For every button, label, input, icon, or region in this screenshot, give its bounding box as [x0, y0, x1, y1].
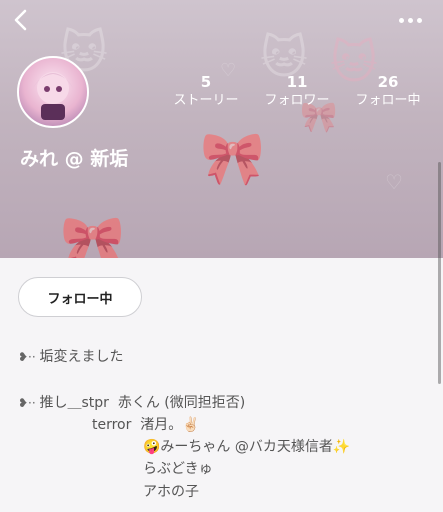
bio-text: 垢変えました: [39, 349, 124, 365]
stat-followers-count: 11: [286, 73, 308, 91]
avatar[interactable]: [17, 56, 89, 128]
bio-line-4: 🤪みーちゃん @バカ天様信者✨: [143, 439, 351, 455]
stat-following-label: フォロー中: [355, 93, 421, 108]
chevron-left-icon[interactable]: [9, 8, 33, 32]
bow-decoration-icon: 🎀: [60, 213, 125, 258]
bullet-decoration-icon: ❥··: [18, 350, 40, 364]
stat-following[interactable]: 26 フォロー中: [343, 72, 433, 110]
bio-label: terror: [92, 417, 132, 433]
stat-followers[interactable]: 11 フォロワー: [252, 72, 342, 110]
bio-line-1: ❥·· 垢変えました: [18, 346, 124, 366]
stat-stories-count: 5: [200, 73, 212, 91]
stat-stories[interactable]: 5 ストーリー: [161, 72, 251, 110]
heart-decoration-icon: ♡: [385, 170, 403, 194]
profile-name: みれ @ 新垢: [20, 148, 129, 170]
following-button[interactable]: フォロー中: [18, 277, 142, 317]
bio-line-3: terror 渚月。✌🏻: [92, 414, 200, 434]
bio-label: 推し＿stpr: [39, 395, 109, 411]
bio-line-5: らぶどきゅ: [143, 461, 213, 477]
stat-followers-label: フォロワー: [264, 93, 330, 108]
bio-text: 渚月。✌🏻: [140, 417, 200, 433]
stat-following-count: 26: [377, 73, 399, 91]
scrollbar[interactable]: [438, 162, 441, 384]
ellipsis-horizontal-icon[interactable]: [399, 16, 425, 24]
bow-decoration-icon: 🎀: [200, 129, 265, 189]
bullet-decoration-icon: ❥··: [18, 396, 40, 410]
profile-header: 🐱 🐱 🐱 🎀 🎀 🎀 ♡ ♡ 5 ストーリー 11 フォロワー 26 フォロー…: [0, 0, 443, 258]
bio-text: 赤くん (微同担拒否): [117, 395, 246, 411]
bio-line-2: ❥·· 推し＿stpr 赤くん (微同担拒否): [18, 392, 245, 412]
bio-line-6: アホの子: [143, 484, 199, 500]
stat-stories-label: ストーリー: [173, 93, 239, 108]
